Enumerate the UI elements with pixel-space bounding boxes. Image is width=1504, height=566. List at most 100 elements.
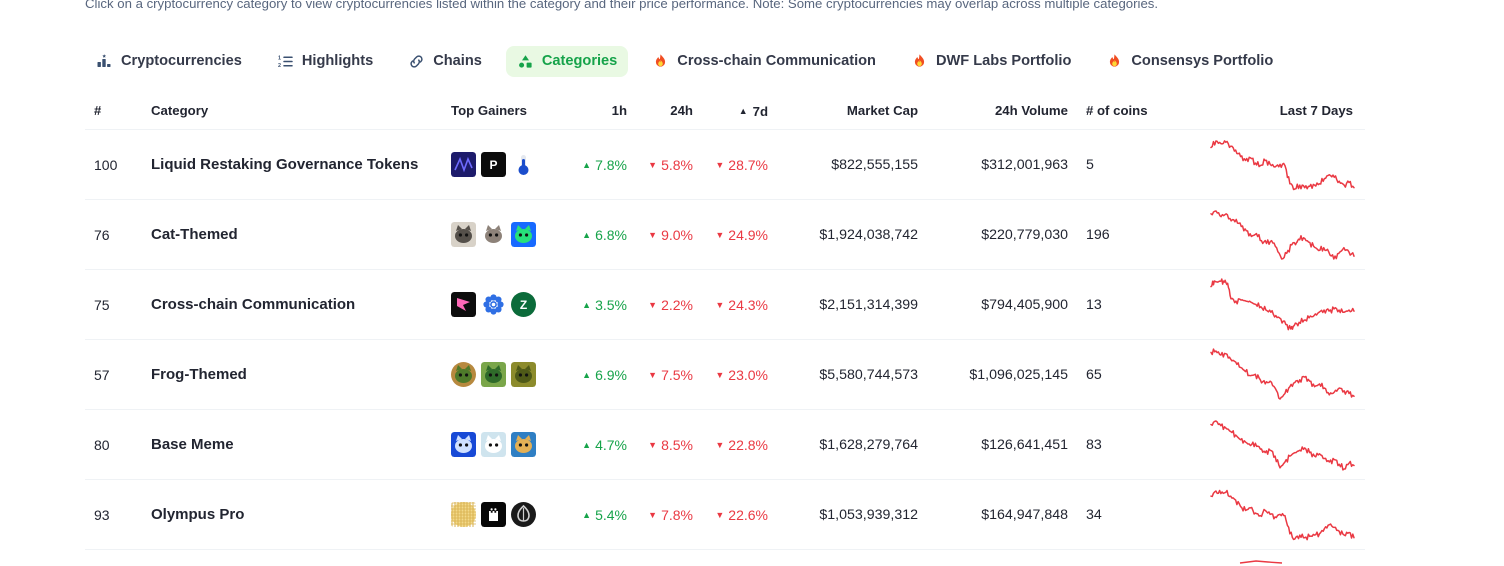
tab-highlights[interactable]: 1 2 Highlights [266,46,384,77]
cell-1h-change: ▲3.5% [553,296,627,314]
header-market-cap[interactable]: Market Cap [768,103,918,118]
header-rank[interactable]: # [85,103,151,118]
table-row[interactable]: 80 Base Meme ▲4.7% ▼8.5% ▼22.8% $1,628,2… [85,410,1365,480]
olive-frog-token-icon[interactable] [511,362,536,387]
cell-rank: 93 [85,507,151,523]
black-p-token-icon[interactable]: P [481,152,506,177]
tab-consensys-portfolio[interactable]: Consensys Portfolio [1095,46,1284,77]
change-value: ▼7.5% [648,367,693,383]
sparkline-chart [1181,277,1365,333]
navy-glyph-token-icon[interactable] [451,152,476,177]
sort-ascending-icon: ▲ [739,107,748,116]
tab-dwf-labs-portfolio[interactable]: DWF Labs Portfolio [900,46,1082,77]
cell-market-cap: $822,555,155 [768,157,918,173]
categories-shapes-icon [517,53,534,70]
top-gainers-list [451,432,553,457]
categories-table: # Category Top Gainers 1h 24h ▲ 7d Marke… [85,92,1365,566]
top-gainers-list [451,362,553,387]
cell-7d-change: ▼22.8% [693,436,768,454]
cell-top-gainers [451,502,553,527]
caret-down-icon: ▼ [648,371,657,380]
header-24h-volume[interactable]: 24h Volume [918,103,1068,118]
snow-leopard-token-icon[interactable] [451,222,476,247]
cell-rank: 100 [85,157,151,173]
tab-label: Cryptocurrencies [121,53,242,69]
cell-24h-change: ▼9.0% [627,226,693,244]
green-z-token-icon[interactable]: Z [511,292,536,317]
blue-duck-token-icon[interactable] [451,432,476,457]
change-value: ▲5.4% [582,507,627,523]
categories-page: Click on a cryptocurrency category to vi… [0,0,1504,554]
cell-24h-change: ▼7.8% [627,506,693,524]
thermometer-token-icon[interactable] [511,152,536,177]
white-dog-token-icon[interactable] [481,432,506,457]
header-7d[interactable]: ▲ 7d [693,102,768,119]
cell-market-cap: $1,924,038,742 [768,227,918,243]
change-value: ▼22.8% [715,437,768,453]
cell-category[interactable]: Liquid Restaking Governance Tokens [151,156,451,173]
caret-down-icon: ▼ [648,441,657,450]
header-category[interactable]: Category [151,103,451,118]
cell-1h-change: ▲6.8% [553,226,627,244]
cell-category[interactable]: Base Meme [151,436,451,453]
tab-cryptocurrencies[interactable]: Cryptocurrencies [85,46,253,77]
tab-chains[interactable]: Chains [397,46,493,77]
cell-24h-volume: $126,641,451 [918,437,1068,453]
change-text: 5.4% [595,507,627,523]
cell-num-coins: 65 [1068,367,1181,383]
change-text: 9.0% [661,227,693,243]
golden-retriever-token-icon[interactable] [511,432,536,457]
change-text: 3.5% [595,297,627,313]
cell-24h-volume: $164,947,848 [918,507,1068,523]
flame-icon [652,53,669,70]
grey-cat-token-icon[interactable] [481,222,506,247]
change-text: 24.9% [728,227,768,243]
tab-cross-chain-communication[interactable]: Cross-chain Communication [641,46,887,77]
caret-down-icon: ▼ [648,161,657,170]
tab-label: Highlights [302,53,373,69]
change-value: ▼22.6% [715,507,768,523]
dark-flag-token-icon[interactable] [451,292,476,317]
top-gainers-list [451,502,553,527]
top-gainers-list: Z [451,292,553,317]
green-frog-token-icon[interactable] [481,362,506,387]
tab-categories[interactable]: Categories [506,46,628,77]
caret-up-icon: ▲ [582,441,591,450]
blue-cat-token-icon[interactable] [511,222,536,247]
header-num-coins[interactable]: # of coins [1068,103,1181,118]
change-value: ▼28.7% [715,157,768,173]
svg-text:Z: Z [520,298,527,312]
tab-label: Cross-chain Communication [677,53,876,69]
gold-mesh-token-icon[interactable] [451,502,476,527]
blue-flower-token-icon[interactable] [481,292,506,317]
top-gainers-list [451,222,553,247]
table-row[interactable]: 76 Cat-Themed ▲6.8% ▼9.0% ▼24.9% $1,924,… [85,200,1365,270]
change-text: 8.5% [661,437,693,453]
sparkline-chart [1181,207,1365,263]
change-value: ▼9.0% [648,227,693,243]
dark-leaf-token-icon[interactable] [511,502,536,527]
change-text: 2.2% [661,297,693,313]
header-24h[interactable]: 24h [627,103,693,118]
black-castle-token-icon[interactable] [481,502,506,527]
flame-icon [1106,53,1123,70]
cell-category[interactable]: Cross-chain Communication [151,296,451,313]
table-row[interactable]: 75 Cross-chain Communication Z ▲3.5% ▼2.… [85,270,1365,340]
header-1h[interactable]: 1h [553,103,627,118]
cell-1h-change: ▲4.7% [553,436,627,454]
change-value: ▼ 8.5% [648,437,693,453]
change-text: 6.8% [595,227,627,243]
cell-num-coins: 196 [1068,227,1181,243]
change-text: 6.9% [595,367,627,383]
table-row[interactable]: 93 Olympus Pro ▲5.4% ▼7.8% ▼22.6% $1,053… [85,480,1365,550]
cell-category[interactable]: Cat-Themed [151,226,451,243]
svg-text:2: 2 [278,63,281,69]
cell-category[interactable]: Olympus Pro [151,506,451,523]
table-row-partial[interactable] [85,550,1365,566]
cell-category[interactable]: Frog-Themed [151,366,451,383]
cell-24h-change: ▼2.2% [627,296,693,314]
pepe-coin-token-icon[interactable] [451,362,476,387]
table-row[interactable]: 100 Liquid Restaking Governance Tokens P… [85,130,1365,200]
header-top-gainers[interactable]: Top Gainers [451,103,553,118]
table-row[interactable]: 57 Frog-Themed ▲6.9% ▼7.5% ▼23.0% $5,580… [85,340,1365,410]
